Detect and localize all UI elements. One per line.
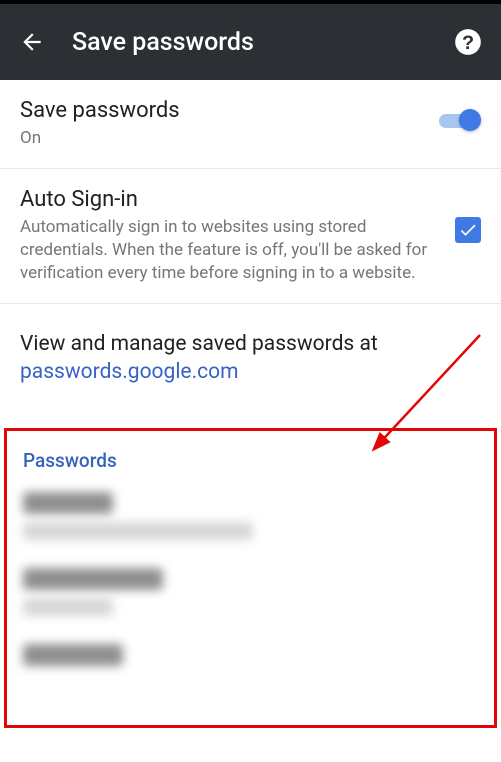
redacted-text xyxy=(23,568,163,590)
auto-signin-checkbox[interactable] xyxy=(455,217,481,243)
manage-message: View and manage saved passwords at xyxy=(20,332,378,356)
back-button[interactable] xyxy=(18,28,46,56)
redacted-text xyxy=(23,644,123,666)
passwords-list: Passwords xyxy=(4,428,497,728)
arrow-back-icon xyxy=(19,29,45,55)
page-title: Save passwords xyxy=(72,28,453,57)
list-item[interactable] xyxy=(23,492,478,540)
toggle-thumb xyxy=(459,109,481,131)
app-bar: Save passwords ? xyxy=(0,4,501,80)
save-passwords-section: Save passwords On xyxy=(0,80,501,169)
check-icon xyxy=(458,220,478,240)
manage-passwords-text: View and manage saved passwords at passw… xyxy=(0,304,501,411)
redacted-text xyxy=(23,522,253,540)
auto-signin-description: Automatically sign in to websites using … xyxy=(20,216,441,285)
list-item[interactable] xyxy=(23,644,478,666)
save-passwords-toggle[interactable] xyxy=(437,108,481,132)
auto-signin-title: Auto Sign-in xyxy=(20,187,441,212)
save-passwords-status: On xyxy=(20,127,419,150)
help-icon: ? xyxy=(454,28,482,56)
help-button[interactable]: ? xyxy=(453,27,483,57)
save-passwords-title: Save passwords xyxy=(20,98,419,123)
auto-signin-section: Auto Sign-in Automatically sign in to we… xyxy=(0,169,501,304)
manage-passwords-link[interactable]: passwords.google.com xyxy=(20,360,239,384)
redacted-text xyxy=(23,492,113,514)
list-item[interactable] xyxy=(23,568,478,616)
redacted-text xyxy=(23,598,113,616)
passwords-header: Passwords xyxy=(23,449,478,472)
svg-text:?: ? xyxy=(462,32,474,54)
